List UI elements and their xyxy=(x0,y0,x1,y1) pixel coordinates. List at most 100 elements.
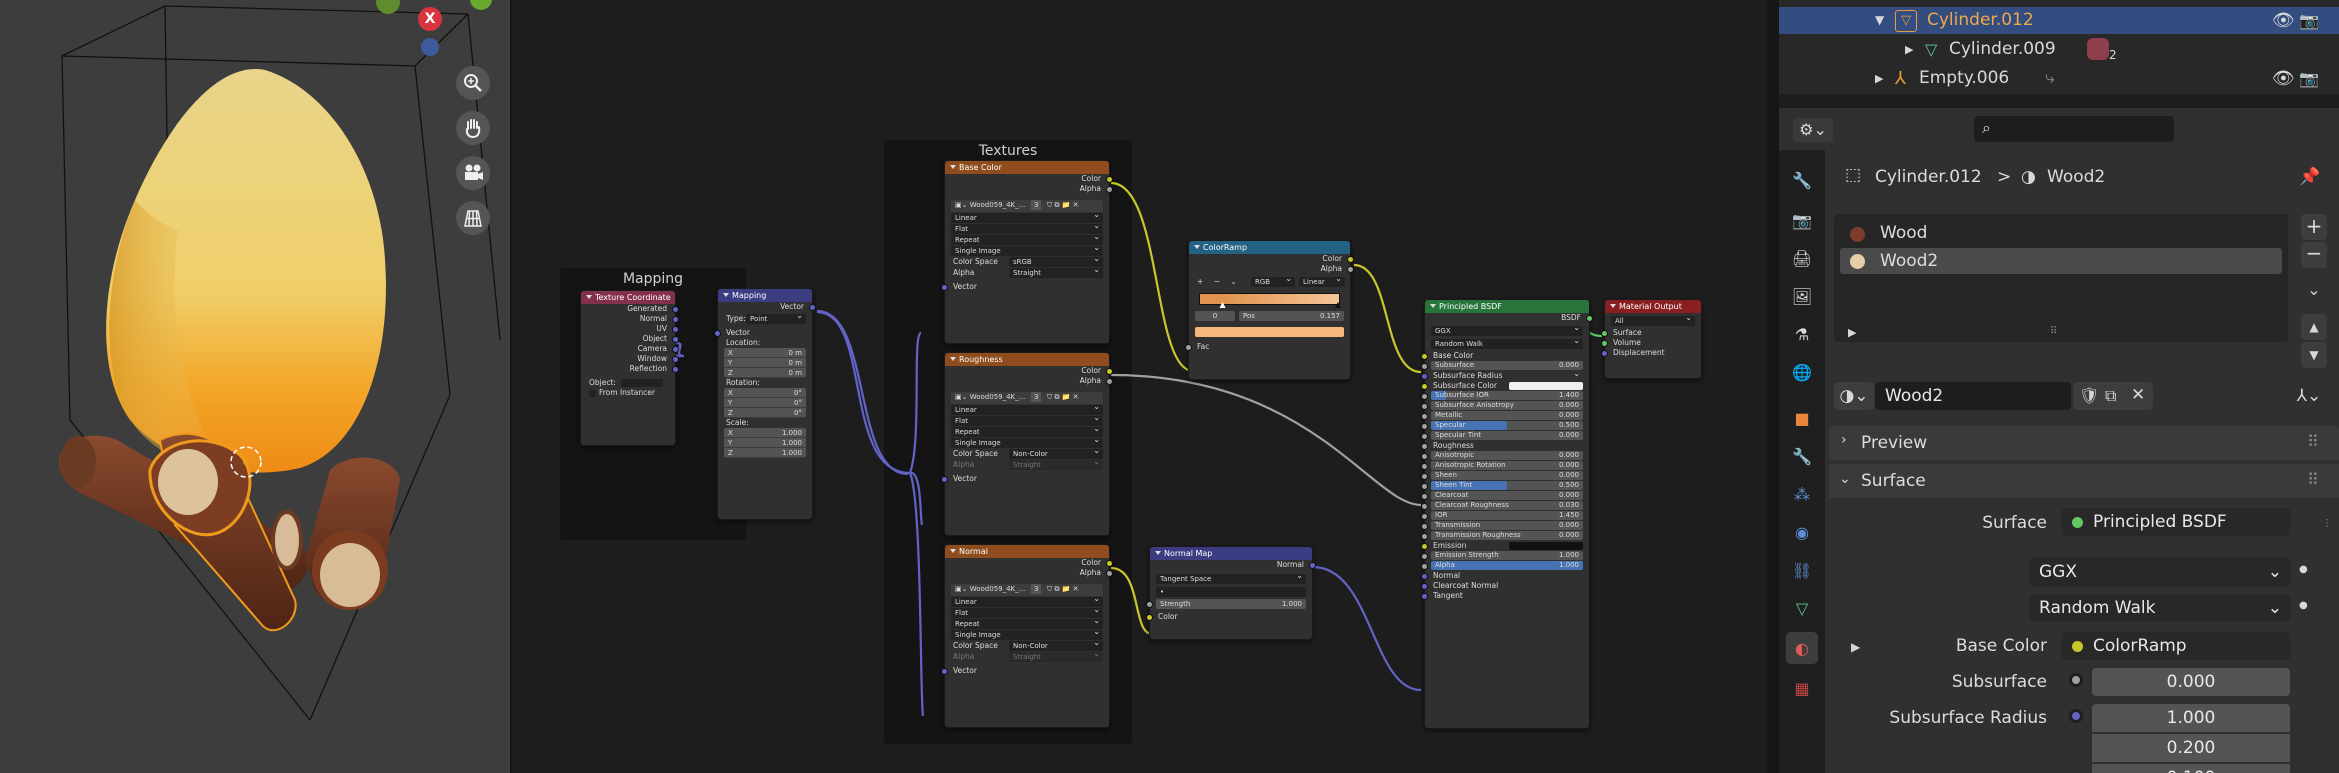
distribution-dropdown[interactable]: GGX xyxy=(1431,323,1583,336)
gizmo-neg-z-dot[interactable] xyxy=(421,38,439,56)
add-stop-button[interactable]: + xyxy=(1197,277,1203,286)
material-slot-item-selected[interactable]: Wood2 xyxy=(1840,248,2282,274)
anisotropic-rotation-field[interactable]: Anisotropic Rotation 0.000 xyxy=(1421,461,1583,470)
output-socket[interactable] xyxy=(1106,175,1113,183)
expand-arrow-icon[interactable]: ▶ xyxy=(1851,640,1860,654)
material-icon[interactable] xyxy=(2087,38,2109,60)
zoom-icon[interactable] xyxy=(456,66,490,100)
image-actions-icons[interactable]: ⛉ ⧉ 📁 ✕ xyxy=(1047,200,1079,210)
interpolation-dropdown[interactable]: Linear xyxy=(951,402,1103,415)
target-dropdown[interactable]: All xyxy=(1611,313,1695,326)
from-instancer-row[interactable]: From Instancer xyxy=(581,388,675,398)
output-socket[interactable] xyxy=(809,303,816,311)
subsurface-radius-x-field[interactable]: 1.000 xyxy=(2092,704,2290,732)
material-tab-icon[interactable]: ◐ xyxy=(1786,632,1818,664)
input-socket[interactable] xyxy=(1421,392,1428,400)
remove-stop-button[interactable]: − xyxy=(1214,277,1220,286)
material-slot-item[interactable]: Wood xyxy=(1840,220,2282,246)
shader-node-editor[interactable]: Mapping Textures Texture Coordinate Gene… xyxy=(512,0,1767,773)
rotation-x-field[interactable]: X 0° xyxy=(724,388,806,398)
extension-dropdown[interactable]: Repeat xyxy=(951,616,1103,629)
input-socket[interactable] xyxy=(1421,522,1428,530)
node-image-texture-base-color[interactable]: Base Color Color Alpha ▣⌄ Wood059_4K_... 3 ⛉ … xyxy=(941,160,1113,344)
input-socket[interactable] xyxy=(1146,600,1153,608)
color-space-dropdown[interactable]: Non-Color xyxy=(1009,446,1103,459)
link-dropdown-icon[interactable]: ⅄⌄ xyxy=(2289,382,2329,410)
input-socket[interactable] xyxy=(1421,512,1428,520)
metallic-field[interactable]: Metallic 0.000 xyxy=(1421,411,1583,420)
interpolation-dropdown[interactable]: Linear xyxy=(1299,274,1345,287)
keyframe-dot-icon[interactable]: ● xyxy=(2299,600,2308,611)
node-mapping[interactable]: Mapping Vector Type:Point Vector Locatio… xyxy=(714,288,816,520)
output-socket[interactable] xyxy=(1309,561,1316,569)
subsurface-anisotropy-field[interactable]: Subsurface Anisotropy 0.000 xyxy=(1421,401,1583,410)
input-socket[interactable] xyxy=(1421,582,1428,590)
object-name[interactable]: Cylinder.009 xyxy=(1949,36,2056,63)
move-up-button[interactable]: ▲ xyxy=(2301,314,2327,340)
input-socket[interactable] xyxy=(1421,572,1428,580)
input-socket[interactable] xyxy=(1421,492,1428,500)
input-socket[interactable] xyxy=(1421,422,1428,430)
ramp-stop-handle[interactable]: ▲ xyxy=(1335,300,1341,309)
strength-field[interactable]: Strength 1.000 xyxy=(1156,599,1306,609)
duplicate-icon[interactable]: ⧉ xyxy=(2105,386,2116,406)
subsurface-value-field[interactable]: 0.000 xyxy=(2092,668,2290,696)
eye-icon[interactable]: 👁 xyxy=(2272,7,2295,34)
input-socket[interactable] xyxy=(1421,482,1428,490)
anisotropic-field[interactable]: Anisotropic 0.000 xyxy=(1421,451,1583,460)
clearcoat-field[interactable]: Clearcoat 0.000 xyxy=(1421,491,1583,500)
emission-strength-field[interactable]: Emission Strength 1.000 xyxy=(1421,551,1583,560)
output-socket[interactable] xyxy=(1106,185,1113,193)
emission-swatch[interactable] xyxy=(1509,542,1583,550)
input-socket[interactable] xyxy=(1421,412,1428,420)
subsurface-field[interactable]: Subsurface 0.000 xyxy=(1421,361,1583,370)
panel-preview-header[interactable]: › Preview ⠿ xyxy=(1829,426,2339,460)
input-socket[interactable] xyxy=(1421,532,1428,540)
gizmo-x-dot[interactable]: X xyxy=(418,7,442,31)
specular-tint-field[interactable]: Specular Tint 0.000 xyxy=(1421,431,1583,440)
material-name-field[interactable]: Wood2 xyxy=(1875,382,2071,410)
base-color-link-field[interactable]: ColorRamp xyxy=(2062,632,2290,660)
clearcoat-roughness-field[interactable]: Clearcoat Roughness 0.030 xyxy=(1421,501,1583,510)
node-header[interactable]: Texture Coordinate xyxy=(581,291,675,304)
input-socket[interactable] xyxy=(1421,402,1428,410)
output-socket[interactable] xyxy=(1586,314,1593,322)
eye-icon[interactable]: 👁 xyxy=(2272,65,2295,92)
source-dropdown[interactable]: Single Image xyxy=(951,243,1103,256)
object-name[interactable]: Empty.006 xyxy=(1919,65,2009,92)
outliner-row-cylinder-012[interactable]: ▼ ▽ Cylinder.012 👁 📷 xyxy=(1779,7,2339,34)
node-header[interactable]: Normal Map xyxy=(1150,547,1312,560)
output-socket[interactable] xyxy=(1106,559,1113,567)
vector-socket-icon[interactable] xyxy=(2069,709,2083,723)
drag-handle-icon[interactable]: ⠿ xyxy=(2307,432,2319,451)
sheen-tint-field[interactable]: Sheen Tint 0.500 xyxy=(1421,481,1583,490)
color-mode-dropdown[interactable]: RGB xyxy=(1251,274,1295,287)
image-datablock-field[interactable]: ▣⌄ Wood059_4K_... 3 ⛉ ⧉ 📁 ✕ xyxy=(951,200,1103,212)
scale-z-field[interactable]: Z 1.000 xyxy=(724,448,806,458)
alpha-dropdown[interactable]: Straight xyxy=(1009,265,1103,278)
input-socket[interactable] xyxy=(1601,339,1608,347)
object-tab-icon[interactable]: ■ xyxy=(1786,402,1818,434)
object-field-row[interactable]: Object: xyxy=(581,378,675,388)
node-header[interactable]: Base Color xyxy=(945,161,1109,174)
stop-position-field[interactable]: Pos 0.157 xyxy=(1239,311,1344,321)
sheen-field[interactable]: Sheen 0.000 xyxy=(1421,471,1583,480)
location-x-field[interactable]: X 0 m xyxy=(724,348,806,358)
type-dropdown[interactable]: Point xyxy=(746,311,806,324)
subsurface-color-swatch[interactable] xyxy=(1509,382,1583,390)
from-instancer-checkbox[interactable] xyxy=(589,389,596,397)
texture-tab-icon[interactable]: ▦ xyxy=(1786,672,1818,704)
unlink-x-icon[interactable]: ✕ xyxy=(2131,385,2145,405)
extension-dropdown[interactable]: Repeat xyxy=(951,232,1103,245)
node-normal-map[interactable]: Normal Map Normal Tangent Space • Streng… xyxy=(1146,546,1316,640)
scale-y-field[interactable]: Y 1.000 xyxy=(724,438,806,448)
input-socket[interactable] xyxy=(941,475,948,483)
transmission-field[interactable]: Transmission 0.000 xyxy=(1421,521,1583,530)
output-socket[interactable] xyxy=(1106,569,1113,577)
stop-color-swatch[interactable] xyxy=(1195,327,1344,337)
input-socket[interactable] xyxy=(1421,592,1428,600)
location-y-field[interactable]: Y 0 m xyxy=(724,358,806,368)
object-name[interactable]: Cylinder.012 xyxy=(1927,7,2034,34)
location-z-field[interactable]: Z 0 m xyxy=(724,368,806,378)
float-socket-icon[interactable] xyxy=(2069,673,2083,687)
